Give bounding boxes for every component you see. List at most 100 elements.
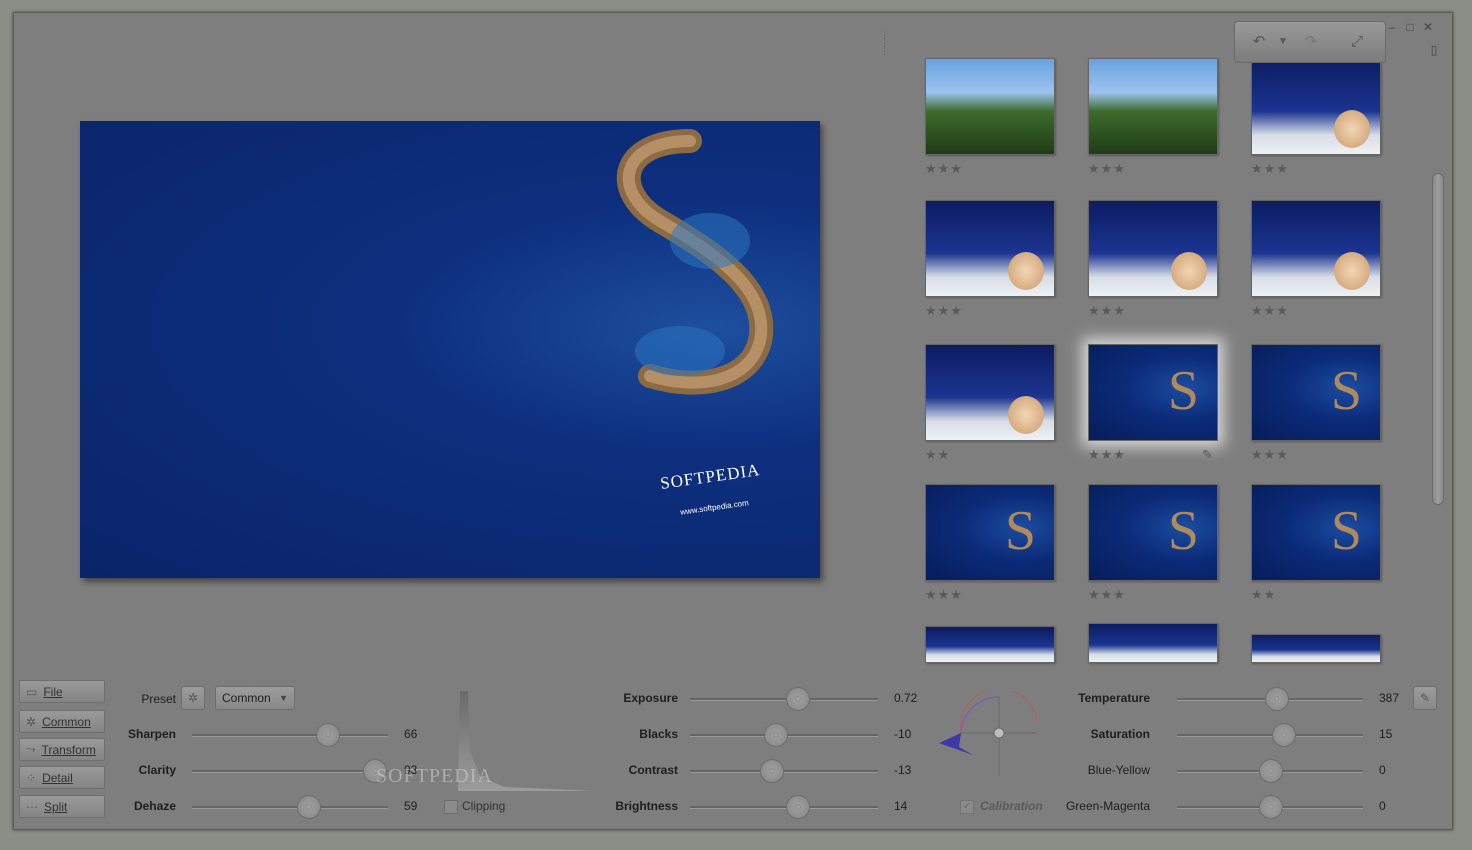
saturation-slider[interactable]: ◌: [1177, 723, 1363, 747]
undo-icon[interactable]: ↶: [1247, 31, 1271, 53]
island-s-glyph: S: [1004, 500, 1036, 562]
panel-splitter-grip[interactable]: ⋮ ⋮ ⋮: [880, 31, 889, 79]
scrollbar-thumb[interactable]: [1432, 173, 1444, 505]
layout-toggle-icon[interactable]: ▯: [1426, 43, 1442, 57]
folder-icon: ▭: [26, 684, 38, 699]
thumbnail-scrollbar[interactable]: [1430, 73, 1444, 633]
blacks-value: -10: [894, 727, 912, 741]
thumbnail-partial-2[interactable]: [1088, 623, 1218, 663]
island-s-glyph: S: [1167, 500, 1199, 562]
rating-stars[interactable]: ★★★: [925, 161, 963, 177]
green-magenta-value: 0: [1379, 799, 1386, 813]
contrast-label: Contrast: [628, 763, 678, 777]
color-balance-wheel[interactable]: [939, 691, 1049, 781]
clarity-slider[interactable]: ◌: [192, 759, 388, 783]
thumbnail-11[interactable]: S: [1088, 484, 1218, 581]
dehaze-slider-handle[interactable]: ◌: [296, 795, 321, 819]
dehaze-value: 59: [404, 799, 418, 813]
exposure-value: 0.72: [894, 691, 918, 705]
rating-stars[interactable]: ★★★: [1251, 447, 1289, 463]
temperature-slider[interactable]: ◌: [1177, 687, 1363, 711]
thumbnail-partial-3[interactable]: [1251, 634, 1381, 663]
exposure-label: Exposure: [623, 691, 678, 705]
thumbnail-2[interactable]: [1088, 58, 1218, 155]
portrait-face: [1334, 110, 1370, 148]
blue-yellow-value: 0: [1379, 763, 1386, 777]
nav-button-label: Detail: [42, 770, 73, 785]
edit-toolbar: ↶ ▼ ↷ ⤢: [1234, 21, 1386, 63]
minimize-icon[interactable]: –: [1384, 20, 1400, 34]
dehaze-label: Dehaze: [133, 799, 176, 813]
thumbnail-partial-1[interactable]: [925, 626, 1055, 663]
rating-stars[interactable]: ★★★: [1251, 161, 1289, 177]
preset-dropdown[interactable]: Common ▼: [215, 686, 295, 710]
dehaze-slider[interactable]: ◌: [192, 795, 388, 819]
blue-yellow-slider-handle[interactable]: ◌: [1259, 759, 1283, 783]
brightness-slider-handle[interactable]: ◌: [786, 795, 811, 819]
sharpen-slider[interactable]: ◌: [192, 723, 388, 747]
contrast-slider-handle[interactable]: ◌: [759, 759, 784, 783]
thumbnail-9[interactable]: S: [1251, 344, 1381, 441]
calibration-checkbox[interactable]: ✓: [960, 800, 974, 814]
temperature-label: Temperature: [1078, 691, 1150, 705]
thumbnail-4[interactable]: [925, 200, 1055, 297]
rating-stars[interactable]: ★★★: [925, 303, 963, 319]
blacks-slider-handle[interactable]: ◌: [763, 723, 788, 747]
rating-stars[interactable]: ★★: [1251, 587, 1276, 603]
redo-icon[interactable]: ↷: [1299, 31, 1323, 53]
nav-button-transform[interactable]: ⤳ Transform: [19, 738, 105, 761]
nav-button-detail[interactable]: ⁘ Detail: [19, 766, 105, 789]
nav-button-file[interactable]: ▭ File: [19, 680, 105, 703]
close-icon[interactable]: ✕: [1420, 20, 1436, 34]
island-s-glyph: S: [1330, 360, 1362, 422]
nav-button-label: Transform: [41, 742, 96, 757]
saturation-slider-handle[interactable]: ◌: [1272, 723, 1297, 747]
contrast-value: -13: [894, 763, 912, 777]
preview-brand-text: SOFTPEDIA: [659, 460, 762, 493]
transform-icon: ⤳: [26, 742, 36, 756]
rating-stars[interactable]: ★★★: [1088, 587, 1126, 603]
thumbnail-10[interactable]: S: [925, 484, 1055, 581]
rating-stars[interactable]: ★★★: [1088, 447, 1126, 463]
green-magenta-slider[interactable]: ◌: [1177, 795, 1363, 819]
contrast-slider[interactable]: ◌: [690, 759, 878, 783]
calibration-label: Calibration: [980, 799, 1043, 813]
main-image-preview[interactable]: SOFTPEDIA www.softpedia.com: [80, 121, 820, 578]
thumbnail-7[interactable]: [925, 344, 1055, 441]
preset-dropdown-value: Common: [222, 691, 271, 705]
thumbnail-8[interactable]: S: [1088, 344, 1218, 441]
sharpen-slider-handle[interactable]: ◌: [316, 723, 341, 747]
thumbnail-1[interactable]: [925, 58, 1055, 155]
rating-stars[interactable]: ★★★: [925, 587, 963, 603]
rating-stars[interactable]: ★★★: [1088, 303, 1126, 319]
blacks-slider[interactable]: ◌: [690, 723, 878, 747]
exposure-slider-handle[interactable]: ◌: [786, 687, 811, 711]
temperature-slider-handle[interactable]: ◌: [1264, 687, 1289, 711]
maximize-icon[interactable]: □: [1402, 20, 1418, 34]
blue-yellow-slider[interactable]: ◌: [1177, 759, 1363, 783]
thumbnail-5[interactable]: [1088, 200, 1218, 297]
green-magenta-slider-handle[interactable]: ◌: [1259, 795, 1283, 819]
undo-history-dropdown-icon[interactable]: ▼: [1271, 31, 1295, 53]
exposure-slider[interactable]: ◌: [690, 687, 878, 711]
edited-pencil-icon: ✎: [1202, 447, 1214, 462]
clipping-checkbox[interactable]: [444, 800, 458, 814]
nav-button-split[interactable]: ⋯ Split: [19, 795, 105, 818]
preset-settings-gear-icon[interactable]: ✲: [181, 686, 205, 710]
thumbnail-12[interactable]: S: [1251, 484, 1381, 581]
clipping-label: Clipping: [462, 799, 506, 813]
brightness-slider[interactable]: ◌: [690, 795, 878, 819]
rating-stars[interactable]: ★★: [925, 447, 950, 463]
detail-icon: ⁘: [26, 770, 37, 785]
thumbnail-3[interactable]: [1251, 58, 1381, 155]
nav-button-label: Common: [42, 714, 91, 729]
split-icon: ⋯: [26, 799, 38, 814]
thumbnail-6[interactable]: [1251, 200, 1381, 297]
rating-stars[interactable]: ★★★: [1251, 303, 1289, 319]
fullscreen-icon[interactable]: ⤢: [1345, 31, 1369, 53]
portrait-face: [1008, 396, 1044, 434]
nav-button-label: Split: [44, 799, 68, 814]
rating-stars[interactable]: ★★★: [1088, 161, 1126, 177]
eyedropper-icon[interactable]: ✎: [1413, 686, 1437, 710]
nav-button-common[interactable]: ✲ Common: [19, 710, 105, 733]
